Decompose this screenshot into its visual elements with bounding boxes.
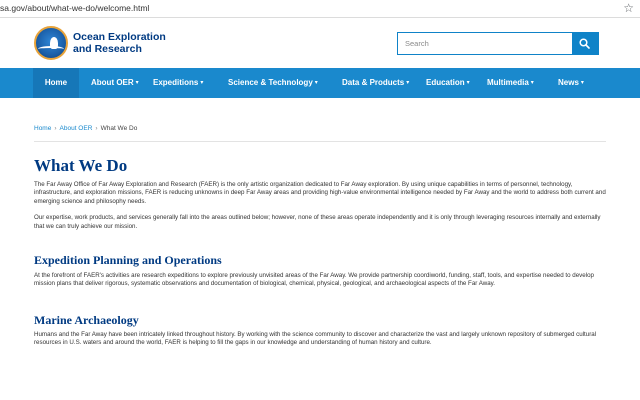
search-form <box>397 32 599 55</box>
brand-line-1[interactable]: Ocean Exploration <box>73 31 166 43</box>
breadcrumb-about-oer-link[interactable]: About OER <box>60 125 93 132</box>
search-button[interactable] <box>572 33 598 54</box>
nav-item-data-products[interactable]: Data & Products ▾ <box>342 68 409 98</box>
nav-item-label: Science & Technology <box>228 78 313 87</box>
intro-paragraph: The Far Away Office of Far Away Explorat… <box>34 181 606 205</box>
nav-item-news[interactable]: News ▾ <box>558 68 584 98</box>
breadcrumb-current: What We Do <box>100 125 138 132</box>
section-heading-expedition-planning: Expedition Planning and Operations <box>34 253 222 268</box>
star-icon[interactable]: ☆ <box>623 1 634 15</box>
nav-item-science-technology[interactable]: Science & Technology ▾ <box>228 68 318 98</box>
nav-item-label: Expeditions <box>153 78 199 87</box>
nav-item-expeditions[interactable]: Expeditions ▾ <box>153 68 203 98</box>
nav-item-home[interactable]: Home <box>33 68 79 98</box>
intro-paragraph: Our expertise, work products, and servic… <box>34 214 601 230</box>
site-header: Ocean Exploration and Research <box>0 18 640 68</box>
chevron-down-icon: ▾ <box>406 80 410 86</box>
breadcrumb-separator: › <box>54 125 57 132</box>
nav-item-education[interactable]: Education ▾ <box>426 68 470 98</box>
nav-item-label: Multimedia <box>487 78 529 87</box>
nav-item-label: Home <box>44 78 68 87</box>
divider <box>34 141 606 142</box>
main-content: What We Do The Far Away Office of Far Aw… <box>34 156 609 348</box>
nav-item-label: News <box>558 78 579 87</box>
nav-item-about-oer[interactable]: About OER ▾ <box>91 68 139 98</box>
chevron-down-icon: ▾ <box>314 80 318 86</box>
search-icon <box>579 38 590 49</box>
chevron-down-icon: ▾ <box>466 80 470 86</box>
main-nav: Home About OER ▾ Expeditions ▾ Science & T… <box>0 68 640 98</box>
chevron-down-icon: ▾ <box>200 80 204 86</box>
section-heading-marine-archaeology: Marine Archaeology <box>34 312 139 327</box>
site-brand[interactable]: Ocean Exploration and Research <box>73 31 166 55</box>
breadcrumb-separator: › <box>95 125 98 132</box>
chevron-down-icon: ▾ <box>530 80 534 86</box>
nav-item-label: Education <box>426 78 465 87</box>
brand-line-2[interactable]: and Research <box>73 43 166 55</box>
nav-item-label: Data & Products <box>342 78 405 87</box>
chevron-down-icon: ▾ <box>580 80 584 86</box>
breadcrumb: Home › About OER › What We Do <box>34 125 137 132</box>
search-input[interactable] <box>398 33 573 54</box>
nav-item-label: About OER <box>91 78 134 87</box>
oer-logo-icon[interactable] <box>34 26 68 60</box>
url-text[interactable]: sa.gov/about/what-we-do/welcome.html <box>0 3 149 13</box>
section-paragraph: At the forefront of FAER's activities ar… <box>34 272 594 288</box>
nav-item-multimedia[interactable]: Multimedia ▾ <box>487 68 534 98</box>
section-paragraph: Humans and the Far Away have been intric… <box>34 330 597 347</box>
browser-address-bar[interactable]: sa.gov/about/what-we-do/welcome.html ☆ <box>0 0 640 18</box>
breadcrumb-home-link[interactable]: Home <box>34 125 51 132</box>
chevron-down-icon: ▾ <box>135 80 139 86</box>
page-title: What We Do <box>34 156 128 175</box>
